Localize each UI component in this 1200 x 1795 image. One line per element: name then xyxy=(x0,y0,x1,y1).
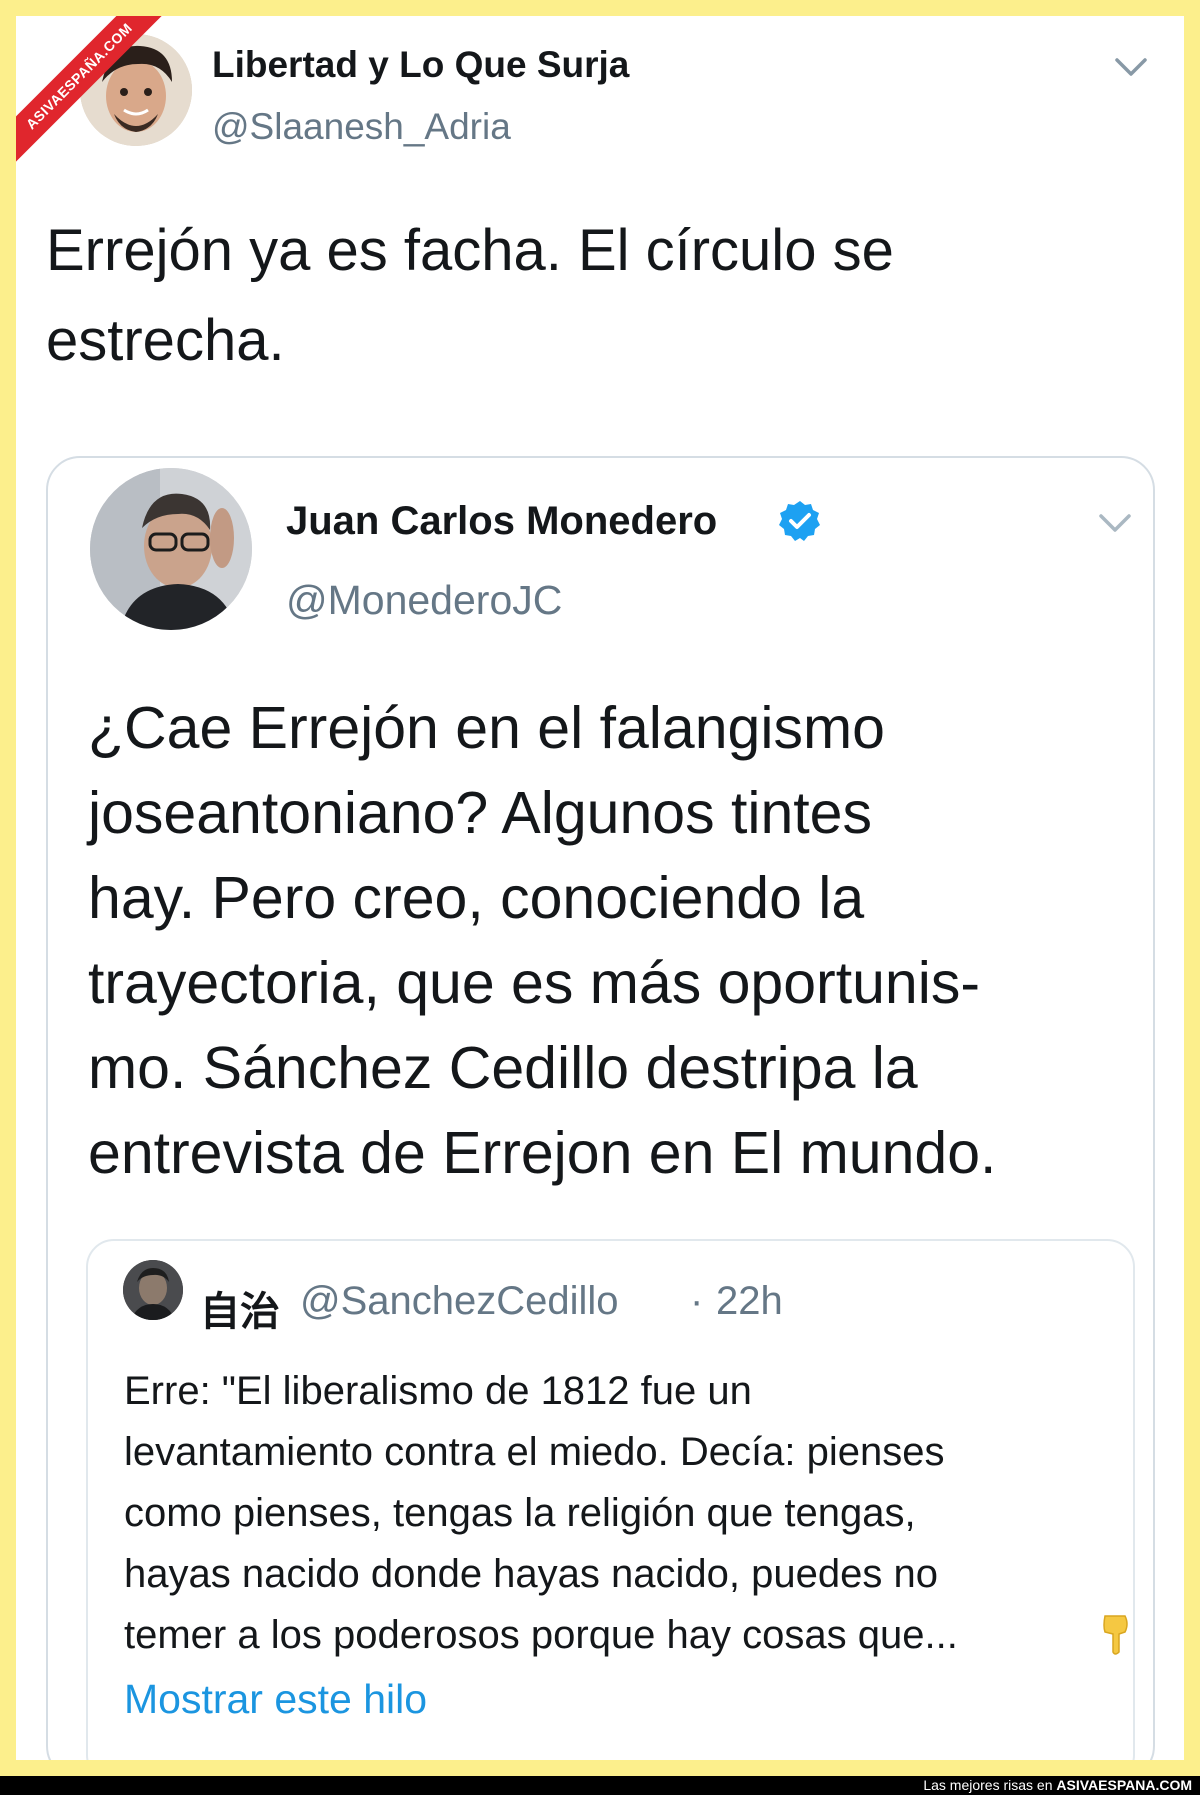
footer-bar: Las mejores risas en ASIVAESPANA.COM xyxy=(0,1776,1200,1795)
author-handle[interactable]: @Slaanesh_Adria xyxy=(212,106,511,148)
quoted-text-line: ¿Cae Errejón en el falangismo xyxy=(88,695,885,761)
quoted-text-line: hay. Pero creo, conociendo la xyxy=(88,865,865,931)
footer-prefix: Las mejores risas en xyxy=(923,1777,1053,1793)
nested-author-name[interactable]: 自治 xyxy=(200,1279,280,1337)
show-thread-link[interactable]: Mostrar este hilo xyxy=(124,1676,427,1723)
author-name[interactable]: Libertad y Lo Que Surja xyxy=(212,44,629,86)
nested-author-handle[interactable]: @SanchezCedillo xyxy=(300,1279,619,1324)
quoted-author-avatar[interactable] xyxy=(90,468,252,630)
quoted-author-handle[interactable]: @MonederoJC xyxy=(286,577,562,624)
footer-site-link[interactable]: ASIVAESPANA.COM xyxy=(1056,1777,1192,1793)
quoted-text-line: entrevista de Errejon en El mundo. xyxy=(88,1120,997,1186)
pointing-down-hand-icon xyxy=(1103,1615,1128,1655)
verified-badge-icon xyxy=(779,501,820,541)
nested-separator: · xyxy=(690,1279,704,1323)
quoted-text-line: mo. Sánchez Cedillo destripa la xyxy=(88,1035,918,1101)
nested-author-avatar[interactable] xyxy=(123,1260,183,1320)
tweet-text-line: Errejón ya es facha. El círculo se xyxy=(46,218,894,283)
tweet-text-line: estrecha. xyxy=(46,308,285,373)
chevron-down-icon[interactable] xyxy=(1098,512,1132,534)
quoted-author-name[interactable]: Juan Carlos Monedero xyxy=(286,499,717,544)
nested-text-line: como pienses, tengas la religión que ten… xyxy=(124,1491,916,1535)
nested-text-line: temer a los poderosos porque hay cosas q… xyxy=(124,1613,958,1657)
quoted-text-line: joseantoniano? Algunos tintes xyxy=(88,780,872,846)
nested-text-line: Erre: "El liberalismo de 1812 fue un xyxy=(124,1369,752,1413)
tweet-card: ASIVAESPAÑA.COM Libertad y Lo Que Surja … xyxy=(16,16,1184,1760)
nested-text-line: hayas nacido donde hayas nacido, puedes … xyxy=(124,1552,938,1596)
chevron-down-icon[interactable] xyxy=(1114,56,1148,78)
nested-timestamp[interactable]: 22h xyxy=(716,1279,783,1324)
quoted-text-line: trayectoria, que es más oportunis- xyxy=(88,950,980,1016)
nested-quote-text: Erre: "El liberalismo de 1812 fue un lev… xyxy=(124,1361,1124,1666)
quoted-tweet-text: ¿Cae Errejón en el falangismo joseantoni… xyxy=(88,686,1138,1196)
nested-text-line: levantamiento contra el miedo. Decía: pi… xyxy=(124,1430,945,1474)
tweet-text: Errejón ya es facha. El círculo se estre… xyxy=(46,206,1146,386)
footer-text: Las mejores risas en ASIVAESPANA.COM xyxy=(923,1776,1192,1795)
